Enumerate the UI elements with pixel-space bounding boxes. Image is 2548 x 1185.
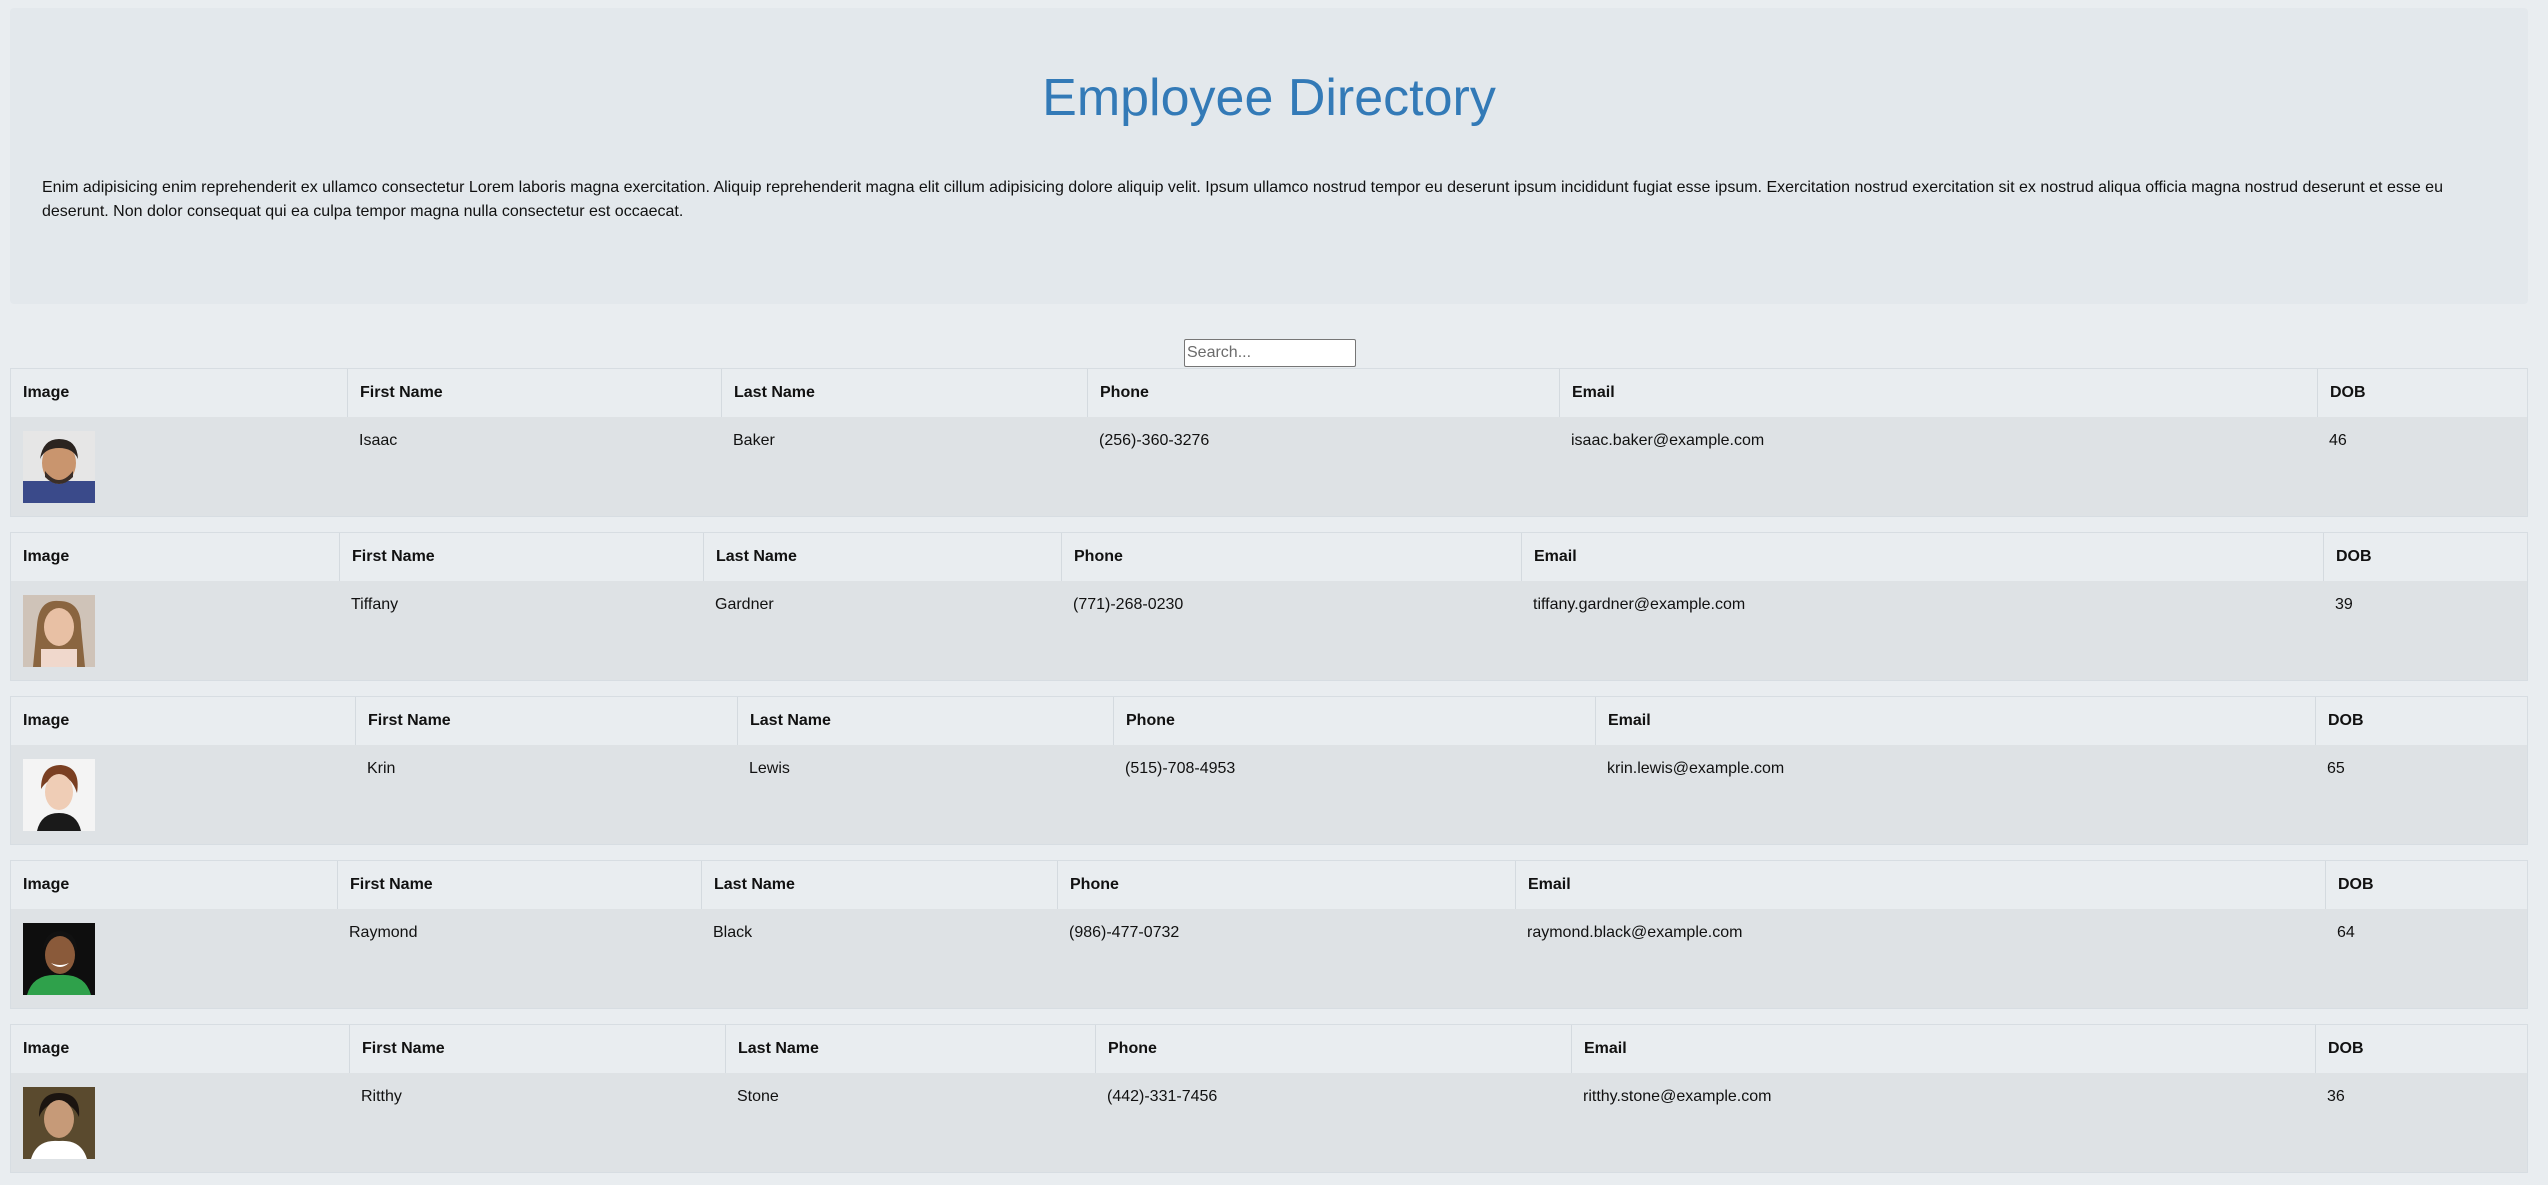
column-header-phone: Phone xyxy=(1057,861,1515,909)
last-name-cell: Gardner xyxy=(715,596,774,613)
column-header-email: Email xyxy=(1521,533,2323,581)
column-header-phone: Phone xyxy=(1061,533,1521,581)
column-header-last-name: Last Name xyxy=(703,533,1061,581)
page-description: Enim adipisicing enim reprehenderit ex u… xyxy=(42,179,2443,220)
table-row: Raymond Black (986)-477-0732 raymond.bla… xyxy=(11,909,2527,1008)
employee-photo xyxy=(23,431,95,503)
employee-table: Image First Name Last Name Phone Email D… xyxy=(10,860,2528,1009)
column-header-last-name: Last Name xyxy=(701,861,1057,909)
dob-cell: 65 xyxy=(2327,760,2345,777)
column-header-image: Image xyxy=(23,712,70,729)
page-title: Employee Directory xyxy=(1042,69,1496,127)
image-cell xyxy=(11,1073,349,1172)
column-header-first-name: First Name xyxy=(337,861,701,909)
phone-cell: (986)-477-0732 xyxy=(1069,924,1180,941)
table-row: Isaac Baker (256)-360-3276 isaac.baker@e… xyxy=(11,417,2527,516)
phone-cell: (442)-331-7456 xyxy=(1107,1088,1218,1105)
image-cell xyxy=(11,581,339,680)
column-header-last-name: Last Name xyxy=(725,1025,1095,1073)
column-header-first-name: First Name xyxy=(347,369,721,417)
column-header-image: Image xyxy=(23,384,70,401)
employee-table: Image First Name Last Name Phone Email D… xyxy=(10,1024,2528,1173)
email-cell: krin.lewis@example.com xyxy=(1607,760,1785,777)
column-header-image: Image xyxy=(23,876,70,893)
column-header-email: Email xyxy=(1595,697,2315,745)
last-name-cell: Stone xyxy=(737,1088,779,1105)
header-banner: Employee Directory Enim adipisicing enim… xyxy=(10,8,2528,304)
first-name-cell: Krin xyxy=(367,760,396,777)
last-name-cell: Lewis xyxy=(749,760,790,777)
email-cell: isaac.baker@example.com xyxy=(1571,432,1765,449)
image-cell xyxy=(11,909,337,1008)
email-cell: tiffany.gardner@example.com xyxy=(1533,596,1746,613)
column-header-dob: DOB xyxy=(2315,1025,2529,1073)
column-header-image: Image xyxy=(23,548,70,565)
employee-photo xyxy=(23,1087,95,1159)
table-row: Tiffany Gardner (771)-268-0230 tiffany.g… xyxy=(11,581,2527,680)
employee-photo xyxy=(23,595,95,667)
table-header-row: Image First Name Last Name Phone Email D… xyxy=(11,533,2527,582)
column-header-email: Email xyxy=(1559,369,2317,417)
column-header-image: Image xyxy=(23,1040,70,1057)
column-header-email: Email xyxy=(1515,861,2325,909)
image-cell xyxy=(11,745,355,844)
phone-cell: (256)-360-3276 xyxy=(1099,432,1210,449)
table-row: Krin Lewis (515)-708-4953 krin.lewis@exa… xyxy=(11,745,2527,844)
column-header-dob: DOB xyxy=(2315,697,2529,745)
column-header-last-name: Last Name xyxy=(737,697,1113,745)
employee-table: Image First Name Last Name Phone Email D… xyxy=(10,696,2528,845)
employee-photo xyxy=(23,923,95,995)
first-name-cell: Tiffany xyxy=(351,596,399,613)
employee-table: Image First Name Last Name Phone Email D… xyxy=(10,532,2528,681)
table-header-row: Image First Name Last Name Phone Email D… xyxy=(11,369,2527,418)
image-cell xyxy=(11,417,347,516)
email-cell: raymond.black@example.com xyxy=(1527,924,1743,941)
column-header-phone: Phone xyxy=(1113,697,1595,745)
search-input[interactable] xyxy=(1184,339,1356,367)
first-name-cell: Ritthy xyxy=(361,1088,402,1105)
column-header-dob: DOB xyxy=(2323,533,2529,581)
column-header-dob: DOB xyxy=(2325,861,2529,909)
phone-cell: (771)-268-0230 xyxy=(1073,596,1184,613)
table-header-row: Image First Name Last Name Phone Email D… xyxy=(11,697,2527,746)
column-header-phone: Phone xyxy=(1087,369,1559,417)
column-header-phone: Phone xyxy=(1095,1025,1571,1073)
last-name-cell: Black xyxy=(713,924,753,941)
column-header-dob: DOB xyxy=(2317,369,2529,417)
dob-cell: 64 xyxy=(2337,924,2355,941)
table-header-row: Image First Name Last Name Phone Email D… xyxy=(11,861,2527,910)
first-name-cell: Isaac xyxy=(359,432,398,449)
phone-cell: (515)-708-4953 xyxy=(1125,760,1236,777)
column-header-first-name: First Name xyxy=(349,1025,725,1073)
first-name-cell: Raymond xyxy=(349,924,418,941)
table-row: Ritthy Stone (442)-331-7456 ritthy.stone… xyxy=(11,1073,2527,1172)
column-header-first-name: First Name xyxy=(339,533,703,581)
dob-cell: 46 xyxy=(2329,432,2347,449)
last-name-cell: Baker xyxy=(733,432,775,449)
table-header-row: Image First Name Last Name Phone Email D… xyxy=(11,1025,2527,1074)
dob-cell: 39 xyxy=(2335,596,2353,613)
dob-cell: 36 xyxy=(2327,1088,2345,1105)
employee-table: Image First Name Last Name Phone Email D… xyxy=(10,368,2528,517)
column-header-first-name: First Name xyxy=(355,697,737,745)
email-cell: ritthy.stone@example.com xyxy=(1583,1088,1772,1105)
column-header-email: Email xyxy=(1571,1025,2315,1073)
employee-photo xyxy=(23,759,95,831)
column-header-last-name: Last Name xyxy=(721,369,1087,417)
